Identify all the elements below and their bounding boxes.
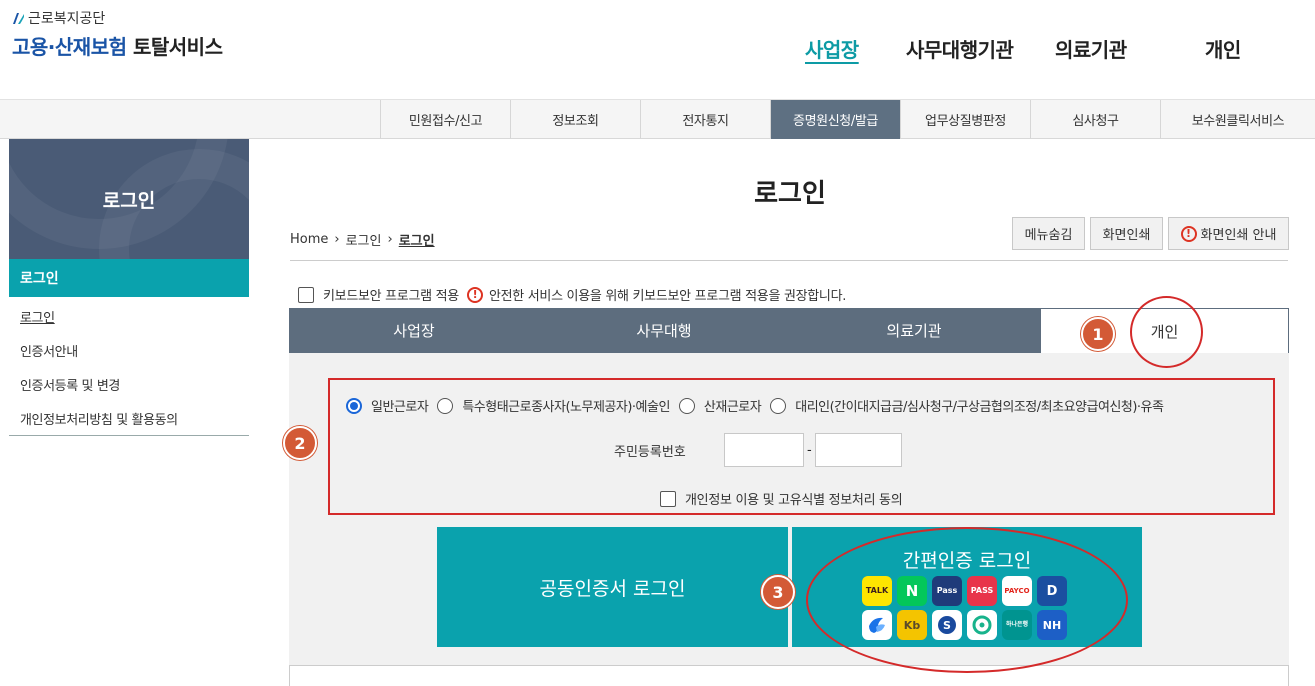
lower-panel (289, 665, 1289, 686)
keyboard-security-notice: 안전한 서비스 이용을 위해 키보드보안 프로그램 적용을 권장합니다. (488, 289, 847, 304)
top-nav-medical[interactable]: 의료기관 (1055, 34, 1127, 63)
radio-representative-label: 대리인(간이대지급금/심사청구/구상금협의조정/최초요양급여신청)·유족 (795, 400, 1164, 415)
tab-medical[interactable]: 의료기관 (789, 308, 1039, 353)
step-marker-2: 2 (283, 426, 317, 460)
print-guide-label: 화면인쇄 안내 (1200, 228, 1277, 243)
consent-checkbox[interactable] (660, 490, 676, 507)
alert-icon: ! (466, 286, 483, 303)
sidebar-item-privacy[interactable]: 개인정보처리방침 및 활용동의 (20, 409, 178, 428)
rrn-separator: - (807, 443, 812, 458)
print-button[interactable]: 화면인쇄 (1090, 217, 1163, 250)
menu-e-notice[interactable]: 전자통지 (640, 100, 770, 139)
rrn-label: 주민등록번호 (614, 445, 686, 460)
step-marker-1: 1 (1081, 317, 1115, 351)
radio-general-worker-label: 일반근로자 (371, 400, 429, 415)
org-logo-icon (12, 12, 25, 25)
consent-label: 개인정보 이용 및 고유식별 정보처리 동의 (685, 493, 903, 508)
sidebar-item-cert-register[interactable]: 인증서등록 및 변경 (20, 375, 120, 394)
menu-review-request[interactable]: 심사청구 (1030, 100, 1160, 139)
rrn-front-input[interactable] (724, 433, 804, 467)
breadcrumb-separator-icon: › (334, 232, 340, 247)
sidebar-divider (9, 435, 249, 436)
menu-certificate[interactable]: 증명원신청/발급 (770, 100, 900, 139)
tab-business[interactable]: 사업장 (289, 308, 539, 353)
radio-injured-worker[interactable] (678, 397, 695, 414)
breadcrumb-current[interactable]: 로그인 (399, 230, 435, 249)
menu-occupational-disease[interactable]: 업무상질병판정 (900, 100, 1030, 139)
keyboard-security-label: 키보드보안 프로그램 적용 (323, 289, 459, 304)
keyboard-security-row: 키보드보안 프로그램 적용 ! 안전한 서비스 이용을 위해 키보드보안 프로그… (298, 285, 846, 304)
page-title: 로그인 (754, 179, 826, 209)
keyboard-security-checkbox[interactable] (298, 286, 314, 303)
content-divider (290, 260, 1288, 261)
top-nav-personal[interactable]: 개인 (1205, 34, 1241, 63)
sidebar-item-cert-guide[interactable]: 인증서안내 (20, 341, 78, 360)
service-title-sub: 토탈서비스 (132, 35, 223, 59)
radio-special-worker-label: 특수형태근로종사자(노무제공자)·예술인 (462, 400, 670, 415)
step-marker-3: 3 (761, 575, 795, 609)
radio-representative[interactable] (770, 397, 787, 414)
sidebar-hero: 로그인 (9, 139, 249, 259)
radio-injured-worker-label: 산재근로자 (703, 400, 762, 415)
service-title-main: 고용·산재보험 (12, 35, 127, 59)
breadcrumb-home[interactable]: Home (290, 232, 328, 247)
breadcrumb-separator-icon: › (387, 232, 393, 247)
menu-complaint[interactable]: 민원접수/신고 (380, 100, 510, 139)
highlight-ellipse-personal-tab (1130, 296, 1203, 368)
menu-wage-one-click[interactable]: 보수원클릭서비스 (1160, 100, 1315, 139)
org-name: 근로복지공단 (28, 11, 106, 27)
consent-row: 개인정보 이용 및 고유식별 정보처리 동의 (660, 489, 903, 508)
top-nav-agency[interactable]: 사무대행기관 (906, 34, 1014, 63)
radio-general-worker[interactable] (346, 397, 362, 414)
service-title[interactable]: 고용·산재보험 토탈서비스 (12, 31, 223, 60)
hide-menu-button[interactable]: 메뉴숨김 (1012, 217, 1085, 250)
main-menu-bar: 민원접수/신고 정보조회 전자통지 증명원신청/발급 업무상질병판정 심사청구 … (0, 99, 1315, 139)
alert-icon: ! (1180, 225, 1197, 242)
sidebar-section-title[interactable]: 로그인 (9, 259, 249, 297)
breadcrumb-level1[interactable]: 로그인 (346, 230, 382, 249)
rrn-back-input[interactable] (815, 433, 902, 467)
radio-special-worker[interactable] (437, 397, 454, 414)
highlight-ellipse-simple-auth (806, 527, 1128, 673)
sidebar-hero-title: 로그인 (102, 189, 156, 212)
tab-agency[interactable]: 사무대행 (539, 308, 789, 353)
sidebar-item-login[interactable]: 로그인 (20, 307, 55, 326)
top-nav-business[interactable]: 사업장 (805, 34, 859, 63)
user-type-radio-group: 일반근로자 특수형태근로종사자(노무제공자)·예술인 산재근로자 대리인(간이대… (346, 396, 1172, 415)
print-guide-button[interactable]: ! 화면인쇄 안내 (1168, 217, 1289, 250)
menu-info-inquiry[interactable]: 정보조회 (510, 100, 640, 139)
org-logo[interactable]: 근로복지공단 (12, 8, 105, 28)
joint-cert-login-button[interactable]: 공동인증서 로그인 (437, 527, 788, 647)
breadcrumb: Home › 로그인 › 로그인 (290, 230, 435, 249)
